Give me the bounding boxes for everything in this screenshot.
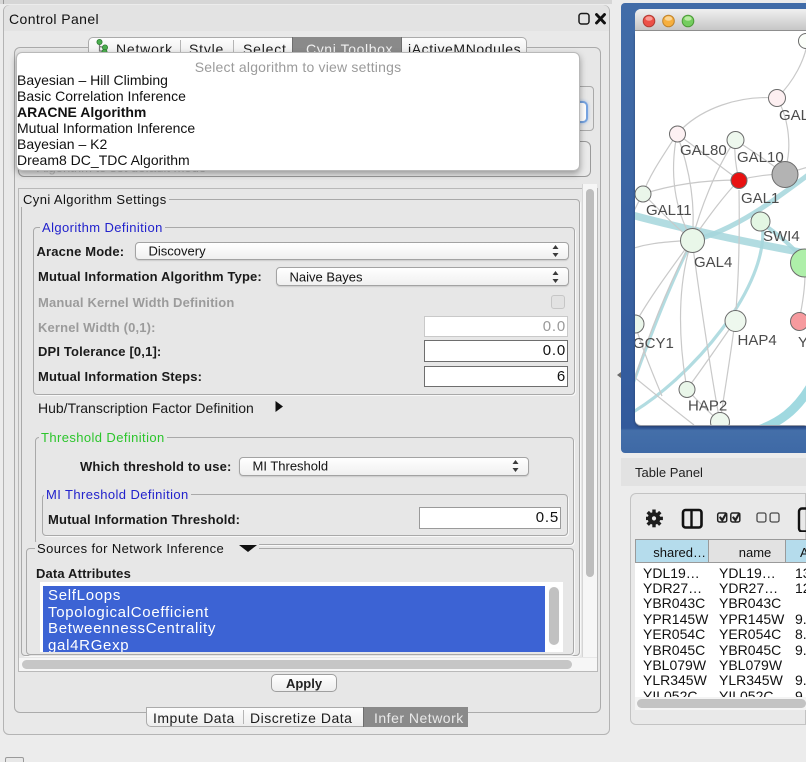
svg-text:SWI4: SWI4 <box>763 228 800 245</box>
svg-text:GAL10: GAL10 <box>737 149 784 166</box>
svg-text:GAL11: GAL11 <box>646 202 692 219</box>
svg-text:YMR: YMR <box>798 334 806 351</box>
svg-text:HAP4: HAP4 <box>738 332 777 349</box>
svg-text:GAL2: GAL2 <box>779 107 806 124</box>
svg-text:GCY1: GCY1 <box>635 335 674 352</box>
svg-text:GAL4: GAL4 <box>694 254 732 271</box>
svg-text:GAL1: GAL1 <box>741 190 779 207</box>
svg-text:HAP2: HAP2 <box>688 398 727 415</box>
svg-text:GAL80: GAL80 <box>680 142 727 159</box>
